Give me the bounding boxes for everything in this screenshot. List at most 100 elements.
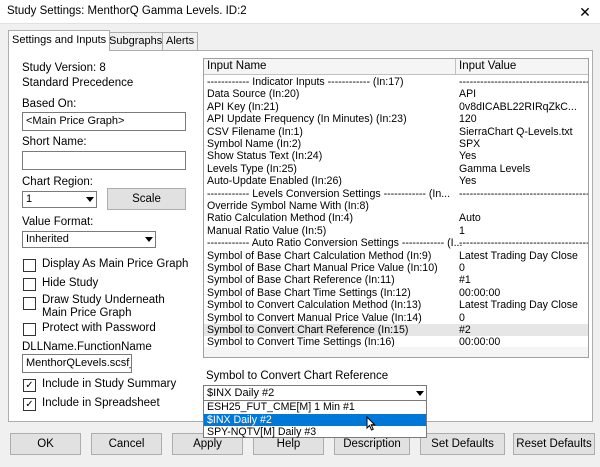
dropdown-option[interactable]: SPY-NQTV[M] Daily #3 <box>204 426 426 439</box>
chevron-down-icon <box>86 197 94 202</box>
hide-study-checkbox[interactable] <box>23 278 36 291</box>
input-name-cell: CSV Filename (In:1) <box>207 125 303 138</box>
table-row[interactable]: Symbol of Base Chart Calculation Method … <box>204 250 588 262</box>
chevron-down-icon <box>416 391 424 396</box>
dropdown-option-selected[interactable]: $INX Daily #2 <box>204 413 426 426</box>
table-row[interactable]: Auto-Update Enabled (In:26) Yes <box>204 175 588 188</box>
table-row[interactable]: Symbol of Base Chart Time Settings (In:1… <box>204 286 588 299</box>
table-row[interactable]: CSV Filename (In:1) SierraChart Q-Levels.… <box>204 125 588 138</box>
settings-panel: Study Version: 8 Standard Precedence Bas… <box>8 50 593 438</box>
table-row[interactable]: Manual Ratio Value (In:5) 1 <box>204 225 588 237</box>
input-name-cell: Data Source (In:20) <box>207 88 300 101</box>
column-divider[interactable] <box>455 59 456 75</box>
input-value-cell[interactable]: --------------------------------------- <box>459 188 588 200</box>
chart-region-label: Chart Region: <box>22 176 93 188</box>
table-row[interactable]: ------------ Levels Conversion Settings … <box>204 188 588 200</box>
ok-button[interactable]: OK <box>10 433 81 455</box>
table-row[interactable]: ------------ Auto Ratio Conversion Setti… <box>204 237 588 249</box>
table-row[interactable]: Levels Type (In:25) Gamma Levels <box>204 163 588 175</box>
table-row[interactable]: Data Source (In:20) API <box>204 88 588 101</box>
tab-subgraphs[interactable]: Subgraphs <box>105 32 167 50</box>
table-row[interactable]: Symbol to Convert Chart Reference (In:15… <box>204 324 588 337</box>
include-in-spreadsheet-label: Include in Spreadsheet <box>42 397 160 409</box>
tab-settings-and-inputs[interactable]: Settings and Inputs <box>8 30 111 51</box>
protect-with-password-label: Protect with Password <box>42 322 156 334</box>
input-value-cell[interactable]: --------------------------------------- <box>459 76 588 88</box>
value-format-value: Inherited <box>26 233 69 245</box>
inputs-grid[interactable]: Input Name Input Value ------------ Indi… <box>203 58 589 358</box>
input-value-cell[interactable]: 0 <box>459 312 465 324</box>
grid-header: Input Name Input Value <box>204 59 588 75</box>
input-name-cell: Override Symbol Name With (In:8) <box>207 200 369 212</box>
table-row[interactable]: API Key (In:21) 0v8dICABL22RIRqZkC... <box>204 100 588 113</box>
draw-study-underneath-label-line2: Main Price Graph <box>42 307 132 319</box>
input-value-cell[interactable]: 00:00:00 <box>459 287 500 299</box>
close-icon[interactable]: ✕ <box>570 0 600 24</box>
include-in-spreadsheet-checkbox[interactable]: ✓ <box>23 398 36 411</box>
value-format-label: Value Format: <box>22 216 94 228</box>
input-value-cell[interactable]: --------------------------------------- <box>459 237 588 249</box>
input-value-cell[interactable]: SierraChart Q-Levels.txt <box>459 126 573 138</box>
input-value-cell[interactable]: 0 <box>459 262 465 274</box>
input-value-cell[interactable]: 0v8dICABL22RIRqZkC... <box>459 101 577 113</box>
display-as-main-price-graph-checkbox[interactable] <box>23 259 36 272</box>
scale-button[interactable]: Scale <box>107 188 186 210</box>
reset-defaults-button[interactable]: Reset Defaults <box>513 433 595 455</box>
precedence-label: Standard Precedence <box>22 77 134 89</box>
input-name-cell: Symbol of Base Chart Time Settings (In:1… <box>207 286 411 299</box>
table-row[interactable]: ------------ Indicator Inputs ----------… <box>204 76 588 88</box>
dropdown-option[interactable]: ESH25_FUT_CME[M] 1 Min #1 <box>204 401 426 414</box>
input-value-cell[interactable]: Yes <box>459 150 476 162</box>
include-in-study-summary-checkbox[interactable]: ✓ <box>23 379 36 392</box>
table-row[interactable]: Symbol of Base Chart Reference (In:11) #1 <box>204 274 588 287</box>
input-value-cell[interactable]: 1 <box>459 225 465 237</box>
input-value-cell[interactable]: SPX <box>459 138 480 150</box>
table-row[interactable]: Override Symbol Name With (In:8) <box>204 200 588 212</box>
input-value-cell[interactable]: Gamma Levels <box>459 163 530 175</box>
input-name-cell: API Key (In:21) <box>207 100 279 113</box>
input-value-cell[interactable]: Auto <box>459 212 481 224</box>
input-value-cell[interactable]: #1 <box>459 274 471 286</box>
input-name-cell: Symbol Name (In:2) <box>207 138 302 150</box>
mouse-cursor-icon <box>366 416 376 431</box>
input-value-cell[interactable]: Latest Trading Day Close <box>459 299 578 311</box>
input-value-cell[interactable]: #2 <box>459 324 471 336</box>
chart-region-select[interactable]: 1 <box>22 191 97 208</box>
include-in-study-summary-label: Include in Study Summary <box>42 378 177 390</box>
table-row[interactable]: Ratio Calculation Method (In:4) Auto <box>204 212 588 225</box>
based-on-label: Based On: <box>22 98 77 110</box>
short-name-label: Short Name: <box>22 136 87 148</box>
value-format-select[interactable]: Inherited <box>22 231 156 248</box>
input-name-cell: Auto-Update Enabled (In:26) <box>207 175 342 188</box>
short-name-input[interactable] <box>22 151 186 170</box>
display-as-main-price-graph-label: Display As Main Price Graph <box>42 258 189 270</box>
input-name-cell: Show Status Text (In:24) <box>207 150 323 163</box>
window-title: Study Settings: MenthorQ Gamma Levels. I… <box>7 5 247 17</box>
col-input-name[interactable]: Input Name <box>207 60 266 72</box>
input-name-cell: Ratio Calculation Method (In:4) <box>207 212 354 225</box>
protect-with-password-checkbox[interactable] <box>23 323 36 336</box>
cancel-button[interactable]: Cancel <box>91 433 162 455</box>
table-row[interactable]: Symbol to Convert Manual Price Value (In… <box>204 312 588 324</box>
table-row[interactable]: API Update Frequency (In Minutes) (In:23… <box>204 113 588 125</box>
title-bar: Study Settings: MenthorQ Gamma Levels. I… <box>0 0 600 24</box>
based-on-field[interactable]: <Main Price Graph> <box>22 112 186 131</box>
table-row[interactable]: Symbol Name (In:2) SPX <box>204 138 588 150</box>
chevron-down-icon <box>145 237 153 242</box>
dll-function-field[interactable]: MenthorQLevels.scsf_ <box>22 354 132 373</box>
table-row[interactable]: Show Status Text (In:24) Yes <box>204 150 588 163</box>
col-input-value[interactable]: Input Value <box>459 60 516 72</box>
horizontal-scrollbar[interactable] <box>204 347 588 357</box>
table-row[interactable]: Symbol to Convert Calculation Method (In… <box>204 299 588 311</box>
input-value-cell[interactable]: Latest Trading Day Close <box>459 250 578 262</box>
chart-reference-dropdown[interactable]: ESH25_FUT_CME[M] 1 Min #1 $INX Daily #2 … <box>203 400 427 438</box>
table-row[interactable]: Symbol of Base Chart Manual Price Value … <box>204 262 588 274</box>
draw-study-underneath-checkbox[interactable] <box>23 297 36 310</box>
set-defaults-button[interactable]: Set Defaults <box>420 433 505 455</box>
chart-reference-value: $INX Daily #2 <box>207 387 275 399</box>
input-value-cell[interactable]: Yes <box>459 175 476 187</box>
input-name-cell: Symbol of Base Chart Reference (In:11) <box>207 274 395 287</box>
input-value-cell[interactable]: 120 <box>459 113 477 125</box>
tab-alerts[interactable]: Alerts <box>162 32 199 50</box>
input-value-cell[interactable]: API <box>459 88 476 100</box>
